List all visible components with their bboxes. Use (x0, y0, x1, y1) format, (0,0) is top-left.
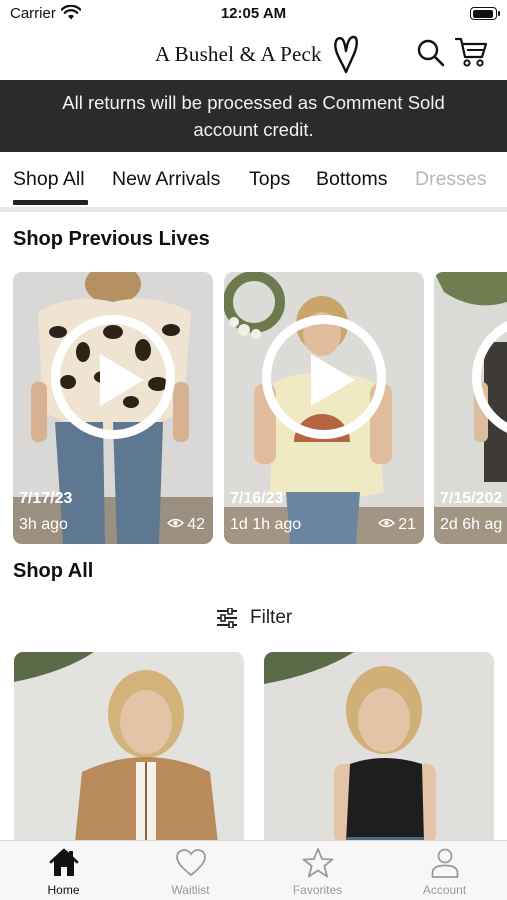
brand-title: A Bushel & A Peck (155, 42, 322, 66)
person-icon (431, 848, 459, 878)
tab-shop-all[interactable]: Shop All (13, 168, 85, 191)
live-time-ago: 1d 1h ago (230, 516, 302, 533)
tabbar-account[interactable]: Account (381, 841, 507, 900)
previous-lives-title: Shop Previous Lives (13, 228, 210, 250)
star-icon (302, 848, 334, 878)
search-icon[interactable] (416, 38, 446, 68)
filter-button[interactable]: Filter (250, 607, 292, 629)
tabs-divider (0, 207, 507, 212)
tabbar-home[interactable]: Home (0, 841, 127, 900)
filter-icon[interactable] (216, 608, 238, 628)
live-views-value: 42 (187, 516, 205, 533)
battery-level (472, 9, 493, 18)
tabbar-waitlist[interactable]: Waitlist (127, 841, 254, 900)
tab-bottoms[interactable]: Bottoms (316, 168, 388, 191)
live-date: 7/16/23 (230, 490, 284, 507)
tabbar-label: Waitlist (171, 883, 210, 897)
category-tabs: Shop All New Arrivals Tops Bottoms Dress… (0, 152, 507, 208)
heart-icon (176, 849, 206, 877)
bottom-tab-bar: Home Waitlist Favorites Account (0, 840, 507, 900)
cart-icon[interactable] (455, 36, 489, 68)
battery-icon (470, 7, 500, 20)
heart-logo-icon (334, 35, 358, 74)
live-video-card[interactable]: 7/15/202 2d 6h ag (434, 272, 507, 544)
shop-all-title: Shop All (13, 560, 94, 582)
live-view-count: 21 (378, 516, 416, 534)
live-video-card[interactable]: 7/17/23 3h ago 42 (13, 272, 213, 544)
product-image (14, 652, 244, 852)
status-bar: Carrier 12:05 AM (0, 0, 507, 28)
tabbar-favorites[interactable]: Favorites (254, 841, 381, 900)
app-header: A Bushel & A Peck (0, 28, 507, 80)
play-icon (100, 354, 144, 406)
tab-new-arrivals[interactable]: New Arrivals (112, 168, 220, 191)
live-video-card[interactable]: 7/16/23 1d 1h ago 21 (224, 272, 424, 544)
home-icon (49, 848, 79, 876)
clock: 12:05 AM (220, 5, 287, 22)
product-card[interactable] (264, 652, 494, 852)
active-tab-indicator (13, 200, 88, 205)
play-icon (311, 354, 355, 406)
live-time-ago: 2d 6h ag (440, 516, 503, 533)
live-date: 7/15/202 (440, 490, 503, 507)
banner-line-1: All returns will be processed as Comment… (62, 92, 445, 113)
tabbar-label: Home (47, 883, 80, 897)
eye-icon (378, 518, 396, 528)
banner-line-2: account credit. (193, 119, 314, 140)
returns-banner: All returns will be processed as Comment… (0, 80, 507, 152)
live-time-ago: 3h ago (19, 516, 68, 533)
product-card[interactable] (14, 652, 244, 852)
live-views-value: 21 (398, 516, 416, 533)
tabbar-label: Account (422, 883, 467, 897)
tabbar-label: Favorites (292, 883, 343, 897)
product-image (264, 652, 494, 852)
play-button[interactable] (262, 315, 386, 439)
live-view-count: 42 (167, 516, 205, 534)
tab-dresses[interactable]: Dresses (415, 168, 487, 191)
live-date: 7/17/23 (19, 490, 73, 507)
eye-icon (167, 518, 185, 528)
play-button[interactable] (51, 315, 175, 439)
tab-tops[interactable]: Tops (249, 168, 290, 191)
